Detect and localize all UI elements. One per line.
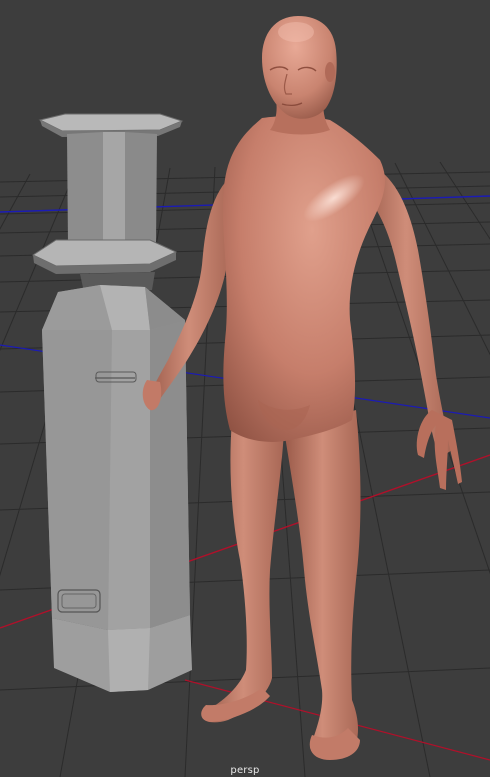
camera-name-label: persp bbox=[230, 765, 260, 776]
3d-viewport[interactable] bbox=[0, 0, 490, 777]
